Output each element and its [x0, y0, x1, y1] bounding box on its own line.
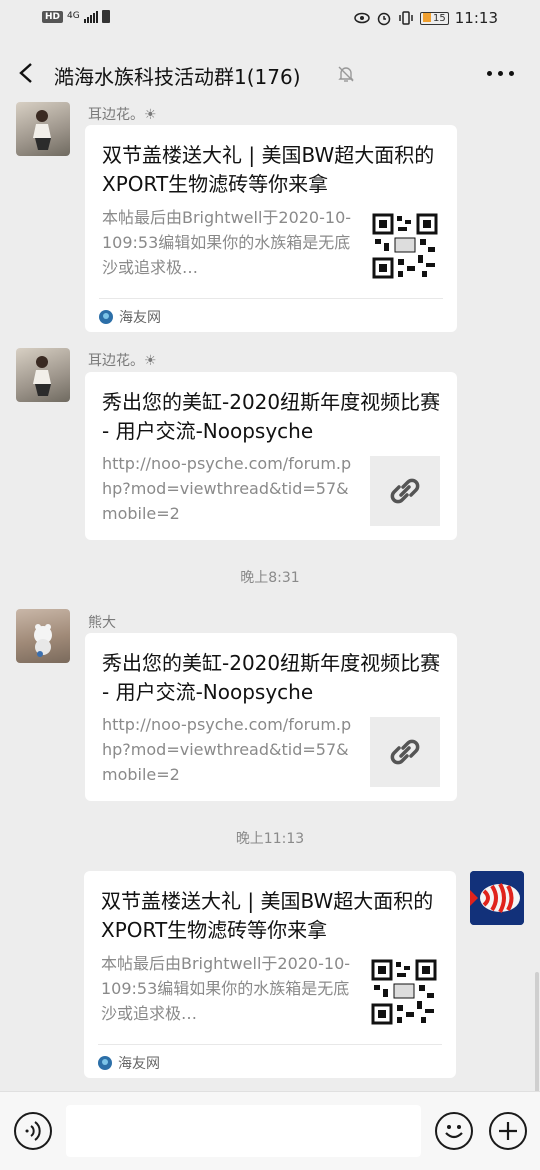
avatar-girl-image [33, 110, 51, 150]
plus-icon [499, 1122, 517, 1140]
link-card[interactable]: 秀出您的美缸-2020纽斯年度视频比赛 - 用户交流-Noopsyche htt… [85, 633, 457, 801]
sender-name: 熊大 [88, 615, 116, 631]
source-logo-icon [98, 1056, 112, 1070]
alarm-icon [377, 12, 391, 26]
time-divider: 晚上11:13 [235, 831, 305, 847]
battery-icon: 15 [420, 11, 449, 25]
source-name: 海友网 [118, 1056, 160, 1072]
card-source: 海友网 [98, 1053, 160, 1073]
input-bar [0, 1091, 540, 1170]
card-title: 秀出您的美缸-2020纽斯年度视频比赛 - 用户交流-Noopsyche [102, 390, 441, 443]
clock: 11:13 [454, 9, 498, 27]
link-card[interactable]: 双节盖楼送大礼 | 美国BW超大面积的XPORT生物滤砖等你来拿 本帖最后由Br… [84, 871, 456, 1078]
hd-badge: HD [42, 10, 64, 23]
link-icon [390, 739, 420, 765]
vibrate-icon [399, 11, 413, 25]
card-description: 本帖最后由Brightwell于2020-10-109:53编辑如果你的水族箱是… [101, 954, 351, 1023]
link-card[interactable]: 双节盖楼送大礼 | 美国BW超大面积的XPORT生物滤砖等你来拿 本帖最后由Br… [85, 125, 457, 332]
avatar[interactable] [16, 609, 70, 663]
message-list[interactable]: 耳边花。☀ 双节盖楼送大礼 | 美国BW超大面积的XPORT生物滤砖等你来拿 本… [0, 100, 540, 1092]
emoji-button[interactable] [435, 1112, 473, 1150]
avatar[interactable] [16, 348, 70, 402]
qr-code-icon [369, 957, 439, 1027]
mute-bell-icon [338, 66, 354, 82]
avatar-fish-image [470, 871, 524, 925]
battery-level: 15 [433, 12, 446, 24]
source-name: 海友网 [119, 310, 161, 326]
sender-name: 耳边花。☀ [88, 107, 157, 123]
chat-title: 澔海水族科技活动群1(176) [54, 65, 301, 89]
sim-icon [101, 10, 110, 23]
card-title: 秀出您的美缸-2020纽斯年度视频比赛 - 用户交流-Noopsyche [102, 651, 441, 704]
qr-code-icon [370, 211, 440, 281]
source-logo-icon [99, 310, 113, 324]
card-description: 本帖最后由Brightwell于2020-10-109:53编辑如果你的水族箱是… [102, 208, 352, 277]
avatar[interactable] [16, 102, 70, 156]
avatar-girl-image [33, 356, 51, 396]
card-description: http://noo-psyche.com/forum.php?mod=view… [102, 715, 352, 784]
signal-icon [83, 10, 98, 23]
time-divider: 晚上8:31 [240, 570, 300, 586]
status-bar: HD 4G 15 11:13 [0, 0, 540, 40]
voice-input-button[interactable] [14, 1112, 52, 1150]
voice-icon [25, 1121, 41, 1141]
more-functions-button[interactable] [489, 1112, 527, 1150]
eye-icon [354, 12, 370, 24]
card-title: 双节盖楼送大礼 | 美国BW超大面积的XPORT生物滤砖等你来拿 [102, 143, 435, 196]
smiley-icon [445, 1125, 463, 1139]
network-type: 4G [67, 11, 80, 21]
card-divider [98, 1044, 442, 1045]
card-divider [99, 298, 443, 299]
message-input[interactable] [66, 1105, 421, 1157]
card-description: http://noo-psyche.com/forum.php?mod=view… [102, 454, 352, 523]
scrollbar[interactable] [535, 972, 539, 1092]
more-options-button[interactable] [487, 71, 514, 76]
link-thumbnail [370, 717, 440, 787]
sender-name: 耳边花。☀ [88, 353, 157, 369]
avatar[interactable] [470, 871, 524, 925]
link-thumbnail [370, 456, 440, 526]
chat-header: 澔海水族科技活动群1(176) [0, 40, 540, 106]
link-card[interactable]: 秀出您的美缸-2020纽斯年度视频比赛 - 用户交流-Noopsyche htt… [85, 372, 457, 540]
link-icon [390, 478, 420, 504]
card-source: 海友网 [99, 307, 161, 327]
back-arrow-icon[interactable] [16, 61, 38, 85]
avatar-bear-image [34, 624, 52, 657]
card-title: 双节盖楼送大礼 | 美国BW超大面积的XPORT生物滤砖等你来拿 [101, 889, 434, 942]
